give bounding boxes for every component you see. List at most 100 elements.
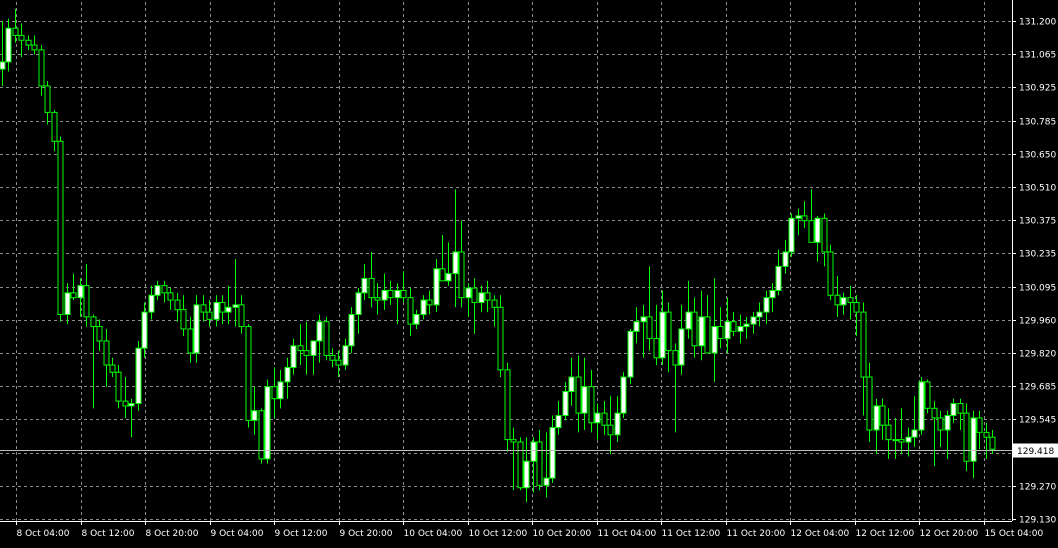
candle-body-bull <box>678 328 685 366</box>
candle <box>918 377 925 435</box>
candle-body-bear <box>989 436 996 450</box>
candle-body-bear <box>963 412 970 462</box>
candle-body-bull <box>316 321 323 342</box>
candle-body-bull <box>348 314 355 347</box>
candle-body-bull <box>530 441 537 462</box>
candle-body-bear <box>491 299 498 308</box>
x-tick-label: 12 Oct 20:00 <box>920 529 979 539</box>
x-tick-label: 9 Oct 12:00 <box>275 529 328 539</box>
candle-body-bear <box>90 316 97 328</box>
candle-body-bear <box>70 292 77 299</box>
y-tick-label: 129.685 <box>1019 383 1056 393</box>
candle-body-bear <box>439 268 446 282</box>
x-tick-label: 8 Oct 20:00 <box>146 529 199 539</box>
candle-body-bull <box>413 314 420 325</box>
candle-body-bull <box>873 405 880 431</box>
candle-body-bull <box>361 277 368 294</box>
candle-body-bull <box>355 292 362 316</box>
candle-body-bear <box>83 285 90 318</box>
x-tick-label: 9 Oct 20:00 <box>340 529 393 539</box>
candle-body-bull <box>523 460 530 489</box>
candle <box>258 408 265 464</box>
candle-body-bear <box>879 405 886 426</box>
candle-body-bear <box>109 364 116 373</box>
x-tick-label: 10 Oct 20:00 <box>533 529 592 539</box>
candle <box>517 437 524 491</box>
x-tick-label: 12 Oct 04:00 <box>791 529 850 539</box>
candle-body-bear <box>335 359 342 366</box>
candle-body-bear <box>665 311 672 352</box>
candle-body-bear <box>646 316 653 340</box>
candle-body-bear <box>161 285 168 294</box>
y-tick-label: 130.785 <box>1019 118 1056 128</box>
candle <box>193 295 200 363</box>
candle-body-bear <box>607 424 614 436</box>
candle-body-bear <box>717 326 724 340</box>
candle-body-bear <box>957 403 964 414</box>
candle-body-bear <box>653 338 660 359</box>
candle-body-bear <box>885 424 892 441</box>
candle-body-bear <box>258 410 265 460</box>
candle-body-bull <box>251 410 258 421</box>
candle-body-bear <box>497 306 504 371</box>
candle-body-bear <box>601 412 608 426</box>
candle-body-bull <box>627 330 634 378</box>
y-tick-label: 130.510 <box>1019 184 1056 194</box>
candle-body-bear <box>983 431 990 438</box>
candle <box>57 136 64 322</box>
candle-body-bear <box>271 386 278 400</box>
candle-body-bear <box>458 251 465 299</box>
candle-body-bear <box>504 369 511 441</box>
y-tick-label: 130.375 <box>1019 217 1056 227</box>
candle-body-bull <box>420 299 427 316</box>
candle-body-bear <box>691 311 698 347</box>
candle-body-bear <box>96 326 103 342</box>
candle-body-bull <box>698 316 705 347</box>
candle-body-bull <box>549 427 556 479</box>
candle-body-bull <box>814 217 821 243</box>
candle <box>348 307 355 353</box>
candle-body-bear <box>200 304 207 313</box>
x-tick-label: 15 Oct 04:00 <box>985 529 1044 539</box>
candle-body-bull <box>970 417 977 462</box>
candle-body-bear <box>12 27 19 36</box>
y-tick-label: 130.925 <box>1019 84 1056 94</box>
candle-body-bull <box>737 326 744 332</box>
candle-body-bull <box>918 381 925 431</box>
chart-canvas: 131.200 131.065 130.925 130.785 130.650 130.5… <box>0 0 1058 544</box>
candle-body-bear <box>329 354 336 361</box>
candle-body-bear <box>847 297 854 303</box>
candle-body-bear <box>206 311 213 320</box>
candle <box>497 295 504 378</box>
candle-body-bull <box>445 273 452 282</box>
candle-body-bear <box>407 297 414 325</box>
candle-body-bull <box>232 304 239 308</box>
candle-body-bull <box>756 311 763 318</box>
candle-body-bear <box>238 304 245 328</box>
candle <box>504 362 511 452</box>
candle-body-bear <box>297 345 304 352</box>
candle-body-bull <box>711 326 718 354</box>
x-tick-label: 10 Oct 04:00 <box>404 529 463 539</box>
candle-body-bear <box>898 439 905 443</box>
candle-body-bear <box>588 386 595 424</box>
candle-body-bull <box>782 251 789 267</box>
candle-body-bull <box>433 268 440 306</box>
chart: 131.200 131.065 130.925 130.785 130.650 130.5… <box>0 0 1058 544</box>
candle-body-bull <box>640 316 647 323</box>
candle-body-bull <box>135 347 142 405</box>
candle-body-bull <box>193 304 200 354</box>
candle-body-bull <box>568 376 575 392</box>
candle-body-bull <box>750 316 757 325</box>
candle-body-bull <box>944 415 951 431</box>
candle-body-bear <box>323 321 330 356</box>
x-tick-label: 10 Oct 12:00 <box>469 529 528 539</box>
candle <box>264 379 271 464</box>
candle <box>135 340 142 411</box>
candle-body-bull <box>788 217 795 253</box>
candle-body-bull <box>840 297 847 306</box>
candle-body-bull <box>659 311 666 359</box>
candle-body-bear <box>167 292 174 301</box>
candle-body-bear <box>38 49 45 87</box>
candle-body-bull <box>148 294 155 313</box>
